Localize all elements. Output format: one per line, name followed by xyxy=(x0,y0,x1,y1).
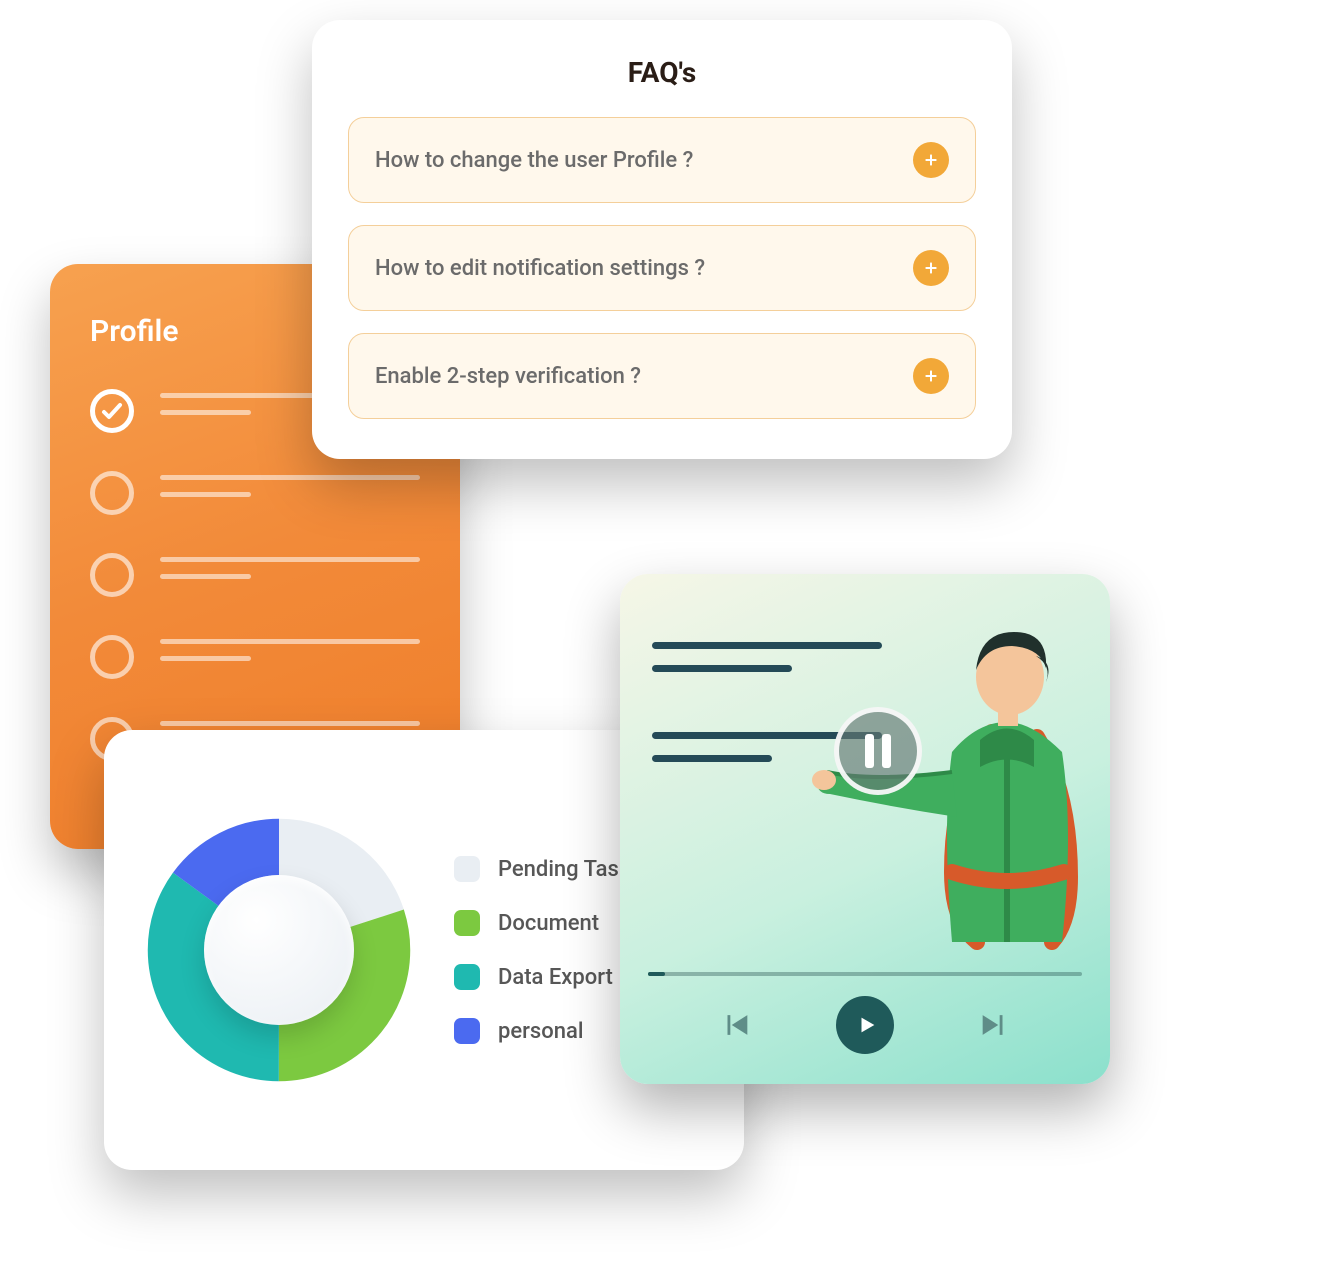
media-progress[interactable] xyxy=(648,972,1082,976)
legend-swatch xyxy=(454,1018,480,1044)
faq-card: FAQ's How to change the user Profile ? H… xyxy=(312,20,1012,459)
legend-swatch xyxy=(454,856,480,882)
legend-item: Data Export xyxy=(454,964,642,990)
profile-item[interactable] xyxy=(90,471,420,515)
skip-back-button[interactable] xyxy=(719,1008,753,1042)
circle-icon xyxy=(90,553,134,597)
faq-item[interactable]: How to change the user Profile ? xyxy=(348,117,976,203)
plus-icon xyxy=(913,358,949,394)
faq-item[interactable]: Enable 2-step verification ? xyxy=(348,333,976,419)
person-illustration xyxy=(802,622,1082,958)
legend-swatch xyxy=(454,910,480,936)
legend-item: Document xyxy=(454,910,642,936)
donut-chart xyxy=(144,815,414,1085)
plus-icon xyxy=(913,142,949,178)
plus-icon xyxy=(913,250,949,286)
profile-item-text xyxy=(160,553,420,579)
profile-item-text xyxy=(160,471,420,497)
legend-label: Document xyxy=(498,911,599,936)
storage-legend: Pending Tasks Document Data Export perso… xyxy=(454,856,642,1044)
play-button[interactable] xyxy=(836,996,894,1054)
pause-icon xyxy=(865,734,874,768)
legend-swatch xyxy=(454,964,480,990)
pause-icon xyxy=(882,734,891,768)
profile-item[interactable] xyxy=(90,553,420,597)
legend-item: Pending Tasks xyxy=(454,856,642,882)
legend-label: Data Export xyxy=(498,965,613,990)
media-controls xyxy=(648,996,1082,1060)
circle-icon xyxy=(90,635,134,679)
faq-question: How to edit notification settings ? xyxy=(375,256,705,281)
profile-item[interactable] xyxy=(90,635,420,679)
pause-button[interactable] xyxy=(834,707,922,795)
skip-forward-button[interactable] xyxy=(977,1008,1011,1042)
faq-item[interactable]: How to edit notification settings ? xyxy=(348,225,976,311)
legend-item: personal xyxy=(454,1018,642,1044)
profile-item-text xyxy=(160,635,420,661)
check-circle-icon xyxy=(90,389,134,433)
legend-label: personal xyxy=(498,1019,583,1044)
circle-icon xyxy=(90,471,134,515)
media-canvas xyxy=(648,602,1082,958)
faq-title: FAQ's xyxy=(348,56,976,89)
faq-question: How to change the user Profile ? xyxy=(375,148,693,173)
faq-question: Enable 2-step verification ? xyxy=(375,364,641,389)
donut-center xyxy=(204,875,354,1025)
media-player-card xyxy=(620,574,1110,1084)
